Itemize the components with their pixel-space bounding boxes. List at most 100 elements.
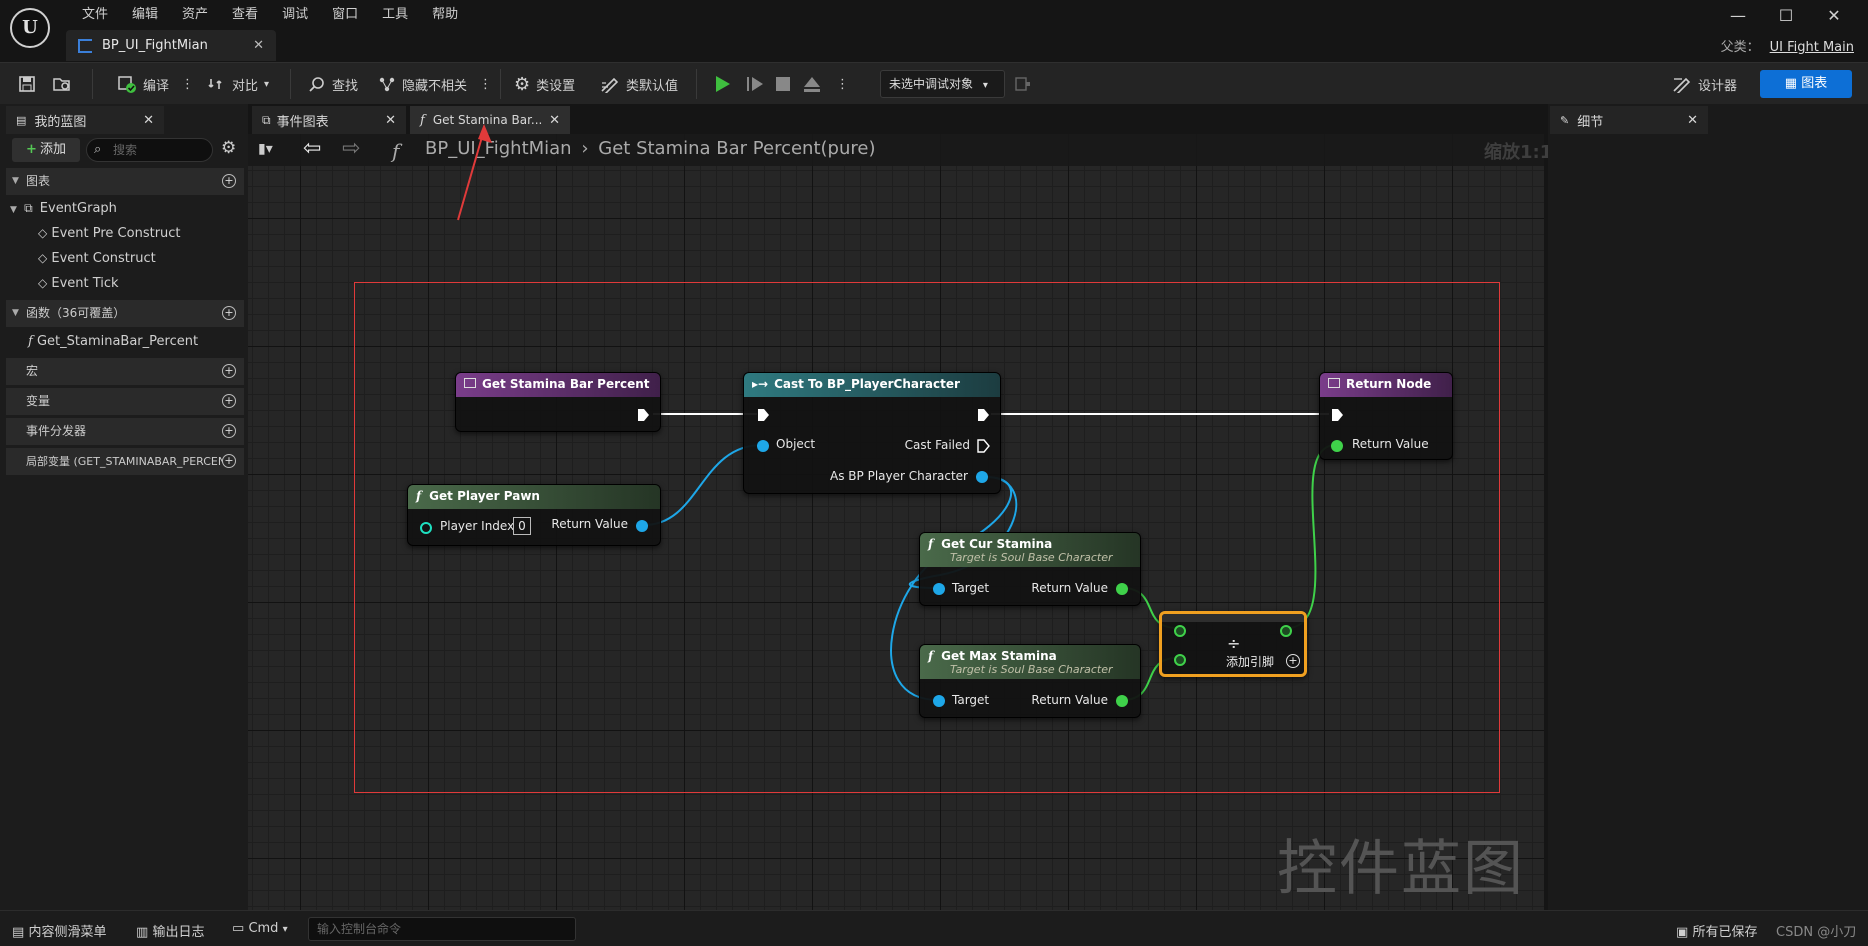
section-local-variables[interactable]: 局部变量 (GET_STAMINABAR_PERCEN + bbox=[6, 448, 244, 475]
back-arrow-icon[interactable]: ⇦ bbox=[303, 136, 321, 161]
function-item[interactable]: f Get_StaminaBar_Percent bbox=[28, 332, 198, 352]
unreal-logo[interactable]: U bbox=[10, 8, 50, 48]
details-tab[interactable]: ✎ 细节 ✕ bbox=[1550, 106, 1708, 134]
class-settings-button[interactable]: ⚙ 类设置 bbox=[514, 71, 575, 97]
max-target-pin[interactable] bbox=[933, 695, 945, 707]
section-variables[interactable]: 变量 + bbox=[6, 388, 244, 415]
exec-out-pin[interactable] bbox=[636, 408, 650, 422]
section-functions[interactable]: ▼ 函数（36可覆盖） + bbox=[6, 300, 244, 327]
settings-gear-icon[interactable]: ⚙ bbox=[221, 138, 236, 158]
add-macro-icon[interactable]: + bbox=[222, 364, 236, 378]
diff-button[interactable]: 对比 ▾ bbox=[208, 71, 269, 97]
add-graph-icon[interactable]: + bbox=[222, 174, 236, 188]
menu-window[interactable]: 窗口 bbox=[320, 5, 370, 25]
menu-debug[interactable]: 调试 bbox=[270, 5, 320, 25]
max-return-pin[interactable] bbox=[1116, 695, 1128, 707]
exec-in-pin[interactable] bbox=[1330, 408, 1344, 422]
graph-item-tick[interactable]: ◇ Event Tick bbox=[38, 273, 119, 294]
section-graphs[interactable]: ▼ 图表 + bbox=[6, 168, 244, 195]
node-function-entry[interactable]: Get Stamina Bar Percent bbox=[455, 372, 661, 432]
as-bp-pin[interactable] bbox=[976, 471, 988, 483]
tab-event-graph[interactable]: ⧉ 事件图表 ✕ bbox=[252, 106, 406, 134]
maximize-button[interactable]: ☐ bbox=[1762, 6, 1810, 25]
step-button[interactable] bbox=[745, 71, 765, 97]
divide-in-b-pin[interactable] bbox=[1174, 654, 1186, 666]
hide-options-icon[interactable]: ⋮ bbox=[479, 77, 492, 92]
menu-file[interactable]: 文件 bbox=[70, 5, 120, 25]
graph-item-construct[interactable]: ◇ Event Construct bbox=[38, 248, 156, 269]
section-dispatchers[interactable]: 事件分发器 + bbox=[6, 418, 244, 445]
menu-tools[interactable]: 工具 bbox=[370, 5, 420, 25]
browse-button[interactable] bbox=[52, 71, 72, 97]
find-button[interactable]: 查找 bbox=[308, 71, 358, 97]
my-blueprint-tab[interactable]: ▤ 我的蓝图 ✕ bbox=[6, 106, 164, 134]
cur-return-pin[interactable] bbox=[1116, 583, 1128, 595]
play-options-icon[interactable]: ⋮ bbox=[836, 71, 849, 97]
hide-unrelated-button[interactable]: 隐藏不相关 ⋮ bbox=[378, 71, 492, 97]
add-variable-icon[interactable]: + bbox=[222, 394, 236, 408]
close-tab-icon[interactable]: ✕ bbox=[1687, 113, 1698, 128]
node-get-max-stamina[interactable]: f Get Max Stamina Target is Soul Base Cha… bbox=[919, 644, 1141, 718]
minimize-button[interactable]: — bbox=[1714, 6, 1762, 25]
divide-out-pin[interactable] bbox=[1280, 625, 1292, 637]
play-button[interactable] bbox=[712, 71, 732, 97]
graph-item-pre-construct[interactable]: ◇ Event Pre Construct bbox=[38, 223, 181, 244]
forward-arrow-icon[interactable]: ⇨ bbox=[342, 136, 360, 161]
eject-button[interactable] bbox=[802, 71, 822, 97]
node-cast[interactable]: ▸→ Cast To BP_PlayerCharacter Object Cast… bbox=[743, 372, 1001, 494]
cur-target-pin[interactable] bbox=[933, 583, 945, 595]
exec-out-pin[interactable] bbox=[976, 408, 990, 422]
node-return[interactable]: Return Node Return Value bbox=[1319, 372, 1453, 460]
debug-object-select[interactable]: 未选中调试对象 ▾ bbox=[880, 70, 1005, 98]
compile-button[interactable]: 编译 ⋮ bbox=[117, 71, 194, 97]
player-index-input[interactable]: 0 bbox=[513, 517, 531, 535]
pawn-return-pin[interactable] bbox=[636, 520, 648, 532]
add-button[interactable]: + 添加 bbox=[12, 138, 80, 162]
save-status[interactable]: ▣ 所有已保存 bbox=[1676, 921, 1757, 940]
object-pin[interactable] bbox=[757, 440, 769, 452]
tab-get-stamina[interactable]: f Get Stamina Bar... ✕ bbox=[410, 106, 570, 134]
breadcrumb-root[interactable]: BP_UI_FightMian bbox=[425, 138, 572, 159]
divide-in-a-pin[interactable] bbox=[1174, 625, 1186, 637]
graph-item-eventgraph[interactable]: ▼ ⧉ EventGraph bbox=[10, 198, 117, 220]
exec-in-pin[interactable] bbox=[756, 408, 770, 422]
add-function-icon[interactable]: + bbox=[222, 306, 236, 320]
menu-view[interactable]: 查看 bbox=[220, 5, 270, 25]
add-local-variable-icon[interactable]: + bbox=[222, 454, 236, 468]
menu-edit[interactable]: 编辑 bbox=[120, 5, 170, 25]
output-log-button[interactable]: ▥ 输出日志 bbox=[136, 921, 204, 940]
node-divide[interactable]: ÷ 添加引脚 + bbox=[1159, 611, 1307, 677]
document-tab[interactable]: BP_UI_FightMian ✕ bbox=[66, 30, 276, 61]
node-get-player-pawn[interactable]: f Get Player Pawn Player Index 0 Return V… bbox=[407, 484, 661, 546]
cast-failed-pin[interactable] bbox=[976, 439, 990, 453]
diff-icon bbox=[208, 79, 222, 89]
section-macros[interactable]: 宏 + bbox=[6, 358, 244, 385]
parent-class-link[interactable]: UI Fight Main bbox=[1770, 40, 1854, 55]
add-dispatcher-icon[interactable]: + bbox=[222, 424, 236, 438]
close-tab-icon[interactable]: ✕ bbox=[143, 113, 154, 128]
graph-mode-button[interactable]: ▦ 图表 bbox=[1760, 70, 1852, 98]
search-input[interactable]: ⌕ 搜索 bbox=[86, 138, 213, 162]
save-button[interactable] bbox=[18, 71, 36, 97]
close-tab-icon[interactable]: ✕ bbox=[253, 38, 264, 53]
debug-browse-icon[interactable] bbox=[1014, 71, 1032, 97]
function-icon: f bbox=[416, 489, 422, 503]
add-pin-icon[interactable]: + bbox=[1286, 654, 1300, 668]
bookmark-icon[interactable]: ▮▾ bbox=[258, 141, 273, 157]
menu-asset[interactable]: 资产 bbox=[170, 5, 220, 25]
stop-button[interactable] bbox=[774, 71, 792, 97]
designer-button[interactable]: 设计器 bbox=[1672, 71, 1737, 97]
close-tab-icon[interactable]: ✕ bbox=[549, 113, 560, 128]
console-input[interactable]: 输入控制台命令 bbox=[308, 917, 576, 941]
node-get-cur-stamina[interactable]: f Get Cur Stamina Target is Soul Base Cha… bbox=[919, 532, 1141, 606]
content-drawer-button[interactable]: ▤ 内容侧滑菜单 bbox=[12, 921, 106, 940]
add-pin-label[interactable]: 添加引脚 bbox=[1226, 653, 1274, 670]
class-defaults-button[interactable]: 类默认值 bbox=[600, 71, 678, 97]
cmd-dropdown[interactable]: ▭ Cmd ▾ bbox=[232, 921, 288, 936]
return-value-pin[interactable] bbox=[1331, 440, 1343, 452]
compile-options-icon[interactable]: ⋮ bbox=[181, 77, 194, 92]
close-tab-icon[interactable]: ✕ bbox=[385, 113, 396, 128]
close-window-button[interactable]: ✕ bbox=[1810, 6, 1858, 25]
menu-help[interactable]: 帮助 bbox=[420, 5, 470, 25]
player-index-pin[interactable] bbox=[420, 522, 432, 534]
